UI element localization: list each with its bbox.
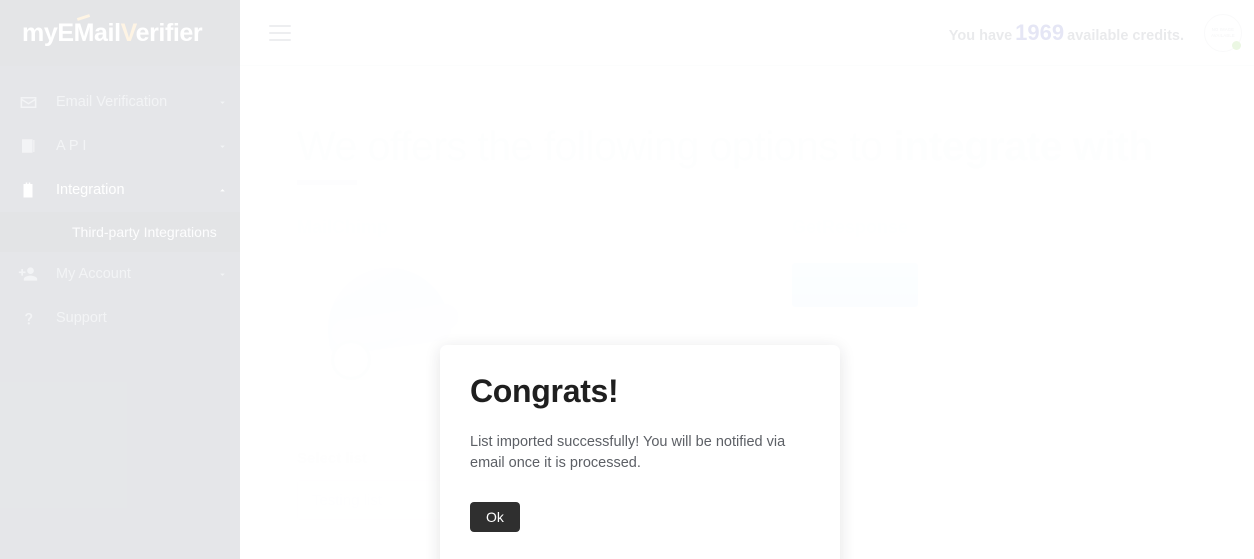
modal-actions: Ok [470,502,810,533]
app-root: myEMailVerifier Email Verification A P I [0,0,1254,559]
modal-message: List imported successfully! You will be … [470,434,786,472]
congrats-modal: Congrats! List imported successfully! Yo… [440,345,840,559]
modal-title: Congrats! [470,373,619,409]
ok-button[interactable]: Ok [470,502,520,533]
